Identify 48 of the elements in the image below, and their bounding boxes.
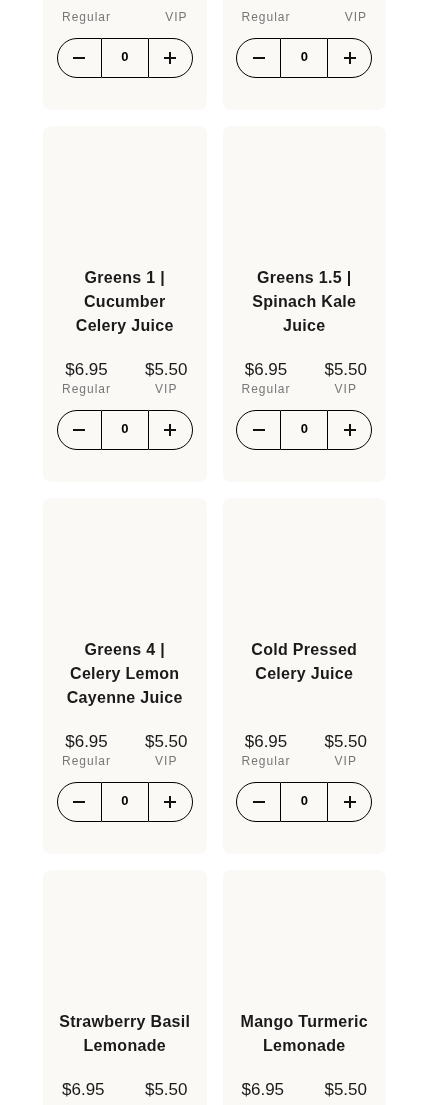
regular-price: $6.95: [244, 360, 288, 380]
price-label: VIP: [155, 381, 178, 397]
minus-icon: [252, 57, 265, 59]
vip-price: $5.50: [144, 1080, 188, 1100]
product-title: Greens 4 | Celery Lemon Cayenne Juice: [65, 640, 184, 708]
regular-price: $6.95: [241, 1080, 285, 1100]
vip-price: $5.50: [144, 732, 188, 752]
minus-icon: [252, 429, 265, 431]
quantity-field[interactable]: 0: [281, 782, 328, 822]
vip-price: $5.50: [324, 1080, 367, 1100]
product-title: Strawberry Basil Lemonade: [58, 1012, 192, 1056]
regular-price: $6.95: [244, 732, 288, 752]
plus-icon: [164, 424, 177, 436]
price-label: Regular: [62, 9, 112, 25]
plus-icon: [164, 796, 177, 808]
price-label: VIP: [165, 9, 188, 25]
minus-icon: [73, 57, 86, 59]
price-label: VIP: [334, 753, 357, 769]
price-label: VIP: [155, 753, 178, 769]
product-title: Mango Turmeric Lemonade: [239, 1012, 369, 1056]
vip-price: $5.50: [144, 360, 188, 380]
price-label: Regular: [62, 381, 112, 397]
plus-icon: [343, 796, 356, 808]
quantity-field[interactable]: 0: [281, 410, 328, 450]
vip-price: $5.50: [324, 732, 367, 752]
regular-price: $6.95: [65, 732, 108, 752]
price-label: VIP: [344, 9, 367, 25]
product-title: Greens 1 | Cucumber Celery Juice: [74, 268, 175, 336]
product-title: Cold Pressed Celery Juice: [250, 640, 359, 684]
plus-icon: [164, 52, 177, 64]
minus-icon: [73, 801, 86, 803]
price-label: Regular: [241, 381, 291, 397]
quantity-field[interactable]: 0: [101, 782, 148, 822]
plus-icon: [343, 52, 356, 64]
product-title: Greens 1.5 | Spinach Kale Juice: [251, 268, 358, 336]
minus-icon: [73, 429, 86, 431]
price-label: VIP: [334, 381, 357, 397]
quantity-field[interactable]: 0: [101, 38, 148, 78]
minus-icon: [252, 801, 265, 803]
price-label: Regular: [62, 753, 112, 769]
regular-price: $6.95: [65, 360, 108, 380]
quantity-field[interactable]: 0: [101, 410, 148, 450]
quantity-field[interactable]: 0: [281, 38, 328, 78]
regular-price: $6.95: [62, 1080, 105, 1100]
plus-icon: [343, 424, 356, 436]
vip-price: $5.50: [324, 360, 367, 380]
price-label: Regular: [241, 753, 291, 769]
price-label: Regular: [241, 9, 291, 25]
